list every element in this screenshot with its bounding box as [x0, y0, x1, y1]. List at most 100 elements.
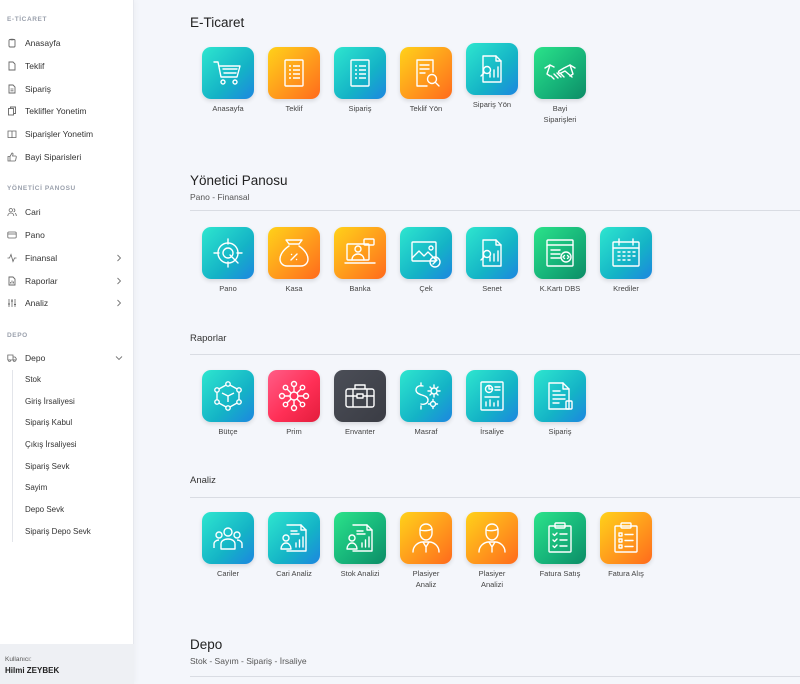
salesman-icon	[466, 512, 518, 564]
tile-fatura-alis[interactable]: Fatura Alış	[593, 512, 659, 579]
copy-icon	[8, 106, 16, 116]
sidebar-subitem-depo-sevk[interactable]: Depo Sevk	[25, 505, 64, 514]
tile-kkarti-dbs[interactable]: K.Kartı DBS	[527, 227, 593, 294]
tile-banka[interactable]: Banka	[327, 227, 393, 294]
chevron-right-icon[interactable]	[114, 298, 124, 308]
sidebar-subitem-siparis-depo-sevk[interactable]: Sipariş Depo Sevk	[25, 527, 91, 536]
salesman-icon	[400, 512, 452, 564]
tile-pano[interactable]: Pano	[195, 227, 261, 294]
tile-label: Teklif Yön	[409, 104, 443, 113]
users-icon	[7, 208, 17, 217]
sidebar-item-anasayfa[interactable]: Anasayfa	[0, 33, 134, 53]
user-chart-icon	[334, 512, 386, 564]
sidebar-item-pano[interactable]: Pano	[0, 225, 134, 245]
tile-masraf[interactable]: Masraf	[393, 370, 459, 437]
sidebar-item-label: Finansal	[25, 253, 58, 263]
chevron-right-icon[interactable]	[114, 253, 124, 263]
tile-senet[interactable]: Senet	[459, 227, 525, 294]
section-divider	[190, 354, 800, 355]
team-icon	[202, 512, 254, 564]
sidebar-item-depo[interactable]: Depo	[0, 348, 134, 368]
sidebar-subitem-cikis-irsaliyesi[interactable]: Çıkış İrsaliyesi	[25, 440, 77, 449]
tile-label: Fatura Alış	[608, 569, 644, 578]
sidebar-item-cari[interactable]: Cari	[0, 202, 134, 222]
tile-label: K.Kartı DBS	[539, 284, 581, 293]
tile-label: Envanter	[344, 427, 376, 436]
tile-stok-analizi[interactable]: Stok Analizi	[327, 512, 393, 579]
clipboard-icon	[8, 38, 16, 48]
tile-irsaliye[interactable]: İrsaliye	[459, 370, 525, 437]
report-pie-icon	[466, 370, 518, 422]
sidebar-subitem-sayim[interactable]: Sayim	[25, 483, 47, 492]
sidebar-item-finansal[interactable]: Finansal	[0, 248, 134, 268]
calendar-icon	[600, 227, 652, 279]
thumbs-up-icon	[7, 152, 17, 162]
section-title-eticaret: E-Ticaret	[190, 15, 245, 30]
section-divider	[190, 676, 800, 677]
money-bag-icon	[268, 227, 320, 279]
cart-icon	[202, 47, 254, 99]
tile-label: Plasiyer Analiz	[412, 569, 440, 589]
sidebar-item-analiz[interactable]: Analiz	[0, 293, 134, 313]
tile-prim[interactable]: Prim	[261, 370, 327, 437]
section-divider	[190, 210, 800, 211]
tile-siparis-rapor[interactable]: Sipariş	[527, 370, 593, 437]
target-icon	[202, 227, 254, 279]
tile-label: Teklif	[285, 104, 303, 113]
chevron-right-icon[interactable]	[114, 276, 124, 286]
tile-teklif-yon[interactable]: Teklif Yön	[393, 47, 459, 114]
tile-butce[interactable]: Bütçe	[195, 370, 261, 437]
tile-label: İrsaliye	[480, 427, 504, 436]
tile-cari-analiz[interactable]: Cari Analiz	[261, 512, 327, 579]
tile-plasiyer-analizi[interactable]: Plasiyer Analizi	[459, 512, 525, 590]
tile-plasiyer-analiz[interactable]: Plasiyer Analiz	[393, 512, 459, 590]
sidebar-subitem-siparis-sevk[interactable]: Sipariş Sevk	[25, 462, 69, 471]
tile-label: Masraf	[414, 427, 438, 436]
tile-label: Sipariş Yön	[472, 100, 512, 109]
tile-label: Fatura Satış	[539, 569, 581, 578]
briefcase-icon	[334, 370, 386, 422]
tile-kasa[interactable]: Kasa	[261, 227, 327, 294]
sidebar-item-label: Teklifler Yonetim	[25, 106, 87, 116]
sidebar-item-siparisler-yonetim[interactable]: Siparişler Yonetim	[0, 124, 134, 144]
sidebar-item-siparis[interactable]: Sipariş	[0, 79, 134, 99]
sidebar-heading-eticaret: E-TİCARET	[7, 16, 48, 23]
tile-siparis[interactable]: Sipariş	[327, 47, 393, 114]
tile-anasayfa[interactable]: Anasayfa	[195, 47, 261, 114]
tile-label: Bütçe	[218, 427, 238, 436]
sidebar-item-label: Teklif	[25, 61, 45, 71]
code-card-icon	[534, 227, 586, 279]
document-edit-icon	[534, 370, 586, 422]
user-report-icon	[268, 512, 320, 564]
hub-icon	[268, 370, 320, 422]
dollar-gear-icon	[400, 370, 452, 422]
tile-fatura-satis[interactable]: Fatura Satış	[527, 512, 593, 579]
sidebar-subitem-giris-irsaliyesi[interactable]: Giriş İrsaliyesi	[25, 397, 75, 406]
sidebar-item-bayi-siparisleri[interactable]: Bayi Siparisleri	[0, 147, 134, 167]
tile-label: Anasayfa	[212, 104, 244, 113]
sidebar-item-teklifler-yonetim[interactable]: Teklifler Yonetim	[0, 101, 134, 121]
tile-cariler[interactable]: Cariler	[195, 512, 261, 579]
credit-card-icon	[7, 231, 17, 239]
tile-label: Stok Analizi	[340, 569, 380, 578]
chevron-down-icon[interactable]	[114, 353, 124, 363]
user-info: Kullanıcı: Hilmi ZEYBEK	[0, 644, 134, 684]
section-title-depo: Depo	[190, 637, 223, 652]
tile-siparis-yon[interactable]: Sipariş Yön	[459, 43, 525, 110]
tile-bayi-siparisleri[interactable]: Bayi Siparişleri	[527, 47, 593, 125]
report-search-icon	[466, 43, 518, 95]
tile-cek[interactable]: Çek	[393, 227, 459, 294]
main-content: E-Ticaret Anasayfa Teklif Sipariş Teklif…	[134, 0, 800, 684]
tile-krediler[interactable]: Krediler	[593, 227, 659, 294]
sidebar-item-raporlar[interactable]: Raporlar	[0, 271, 134, 291]
section-title-analiz: Analiz	[190, 475, 216, 486]
sidebar-item-label: Siparişler Yonetim	[25, 129, 94, 139]
sidebar-item-label: Anasayfa	[25, 38, 61, 48]
sidebar-item-label: Depo	[25, 353, 46, 363]
check-image-icon	[400, 227, 452, 279]
sidebar-item-teklif[interactable]: Teklif	[0, 56, 134, 76]
sidebar-subitem-siparis-kabul[interactable]: Sipariş Kabul	[25, 418, 72, 427]
tile-envanter[interactable]: Envanter	[327, 370, 393, 437]
sidebar-subitem-stok[interactable]: Stok	[25, 375, 41, 384]
tile-teklif[interactable]: Teklif	[261, 47, 327, 114]
